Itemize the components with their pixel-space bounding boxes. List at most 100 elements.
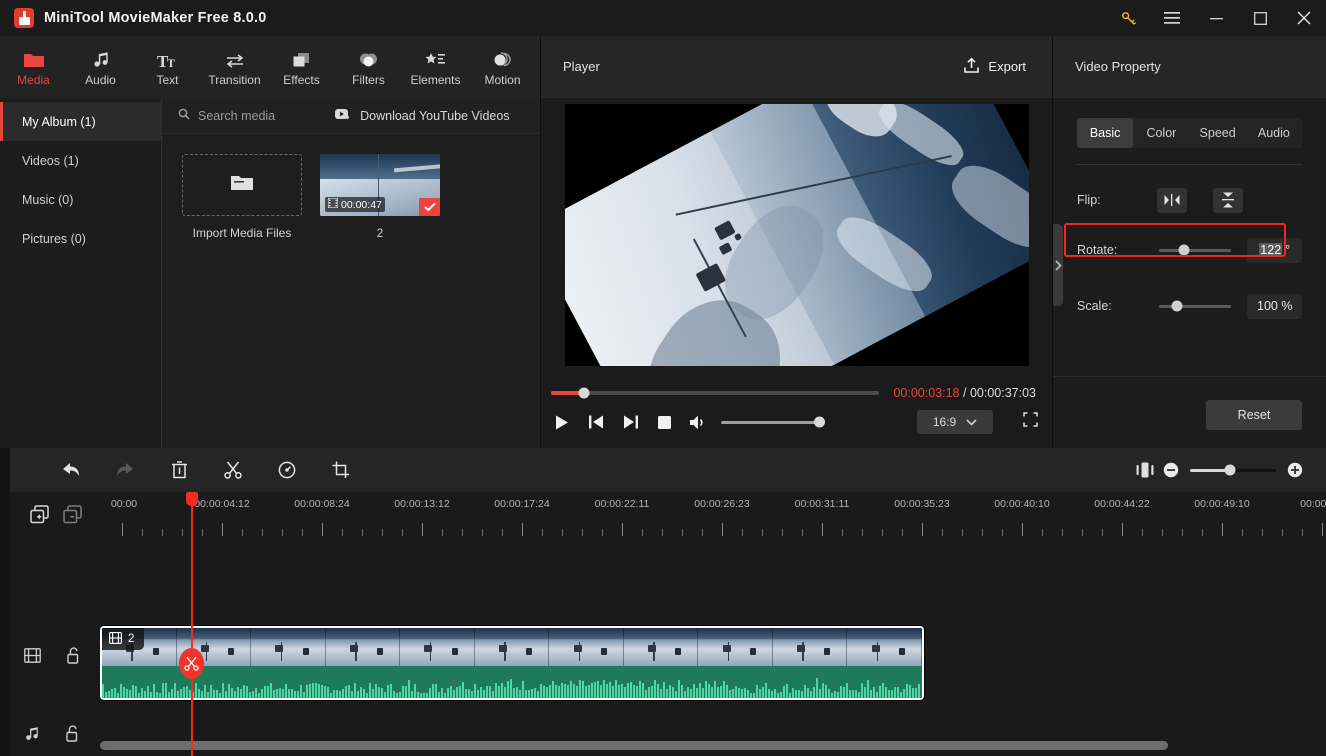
playhead[interactable] [186,492,198,756]
ruler-tick [362,529,363,536]
scale-slider[interactable] [1159,300,1232,312]
maximize-icon[interactable] [1238,0,1282,36]
hamburger-menu-icon[interactable] [1150,0,1194,36]
waveform-bar [264,686,266,698]
waveform-bar [342,689,344,698]
add-track-icon[interactable] [30,504,49,524]
fullscreen-icon[interactable] [1023,412,1038,432]
volume-handle[interactable] [814,416,825,428]
waveform-bar [129,690,131,698]
crop-button[interactable] [314,448,368,492]
zoom-slider-handle[interactable] [1224,464,1236,476]
selected-check-icon[interactable] [419,198,440,216]
app-logo-icon [14,8,34,28]
sidebar-item-videos[interactable]: Videos (1) [0,141,161,180]
tab-text[interactable]: TT Text [134,36,201,98]
tab-effects[interactable]: Effects [268,36,335,98]
key-icon[interactable] [1106,0,1150,36]
media-panel: My Album (1) Videos (1) Music (0) Pictur… [0,98,540,448]
waveform-bar [693,683,695,698]
sidebar-item-pictures[interactable]: Pictures (0) [0,219,161,258]
scale-input[interactable]: 100 % [1247,293,1302,319]
video-track-unlock-icon[interactable] [67,647,81,664]
rotate-slider[interactable] [1159,244,1232,256]
waveform-bar [174,683,176,698]
flip-vertical-icon[interactable] [1213,187,1243,213]
zoom-out-icon[interactable] [1158,455,1184,485]
import-media-button[interactable] [182,154,302,216]
text-icon: TT [157,47,179,69]
waveform-bar [879,685,881,698]
sidebar-item-music[interactable]: Music (0) [0,180,161,219]
redo-button[interactable] [98,448,152,492]
transition-icon [225,47,245,69]
export-button[interactable]: Export [955,52,1034,82]
rotate-input[interactable]: 122 ° [1247,237,1302,263]
split-at-playhead-button[interactable] [179,648,204,679]
tab-speed[interactable]: Speed [1190,118,1246,148]
waveform-bar [876,692,878,698]
tab-audio[interactable]: Audio [1246,118,1302,148]
flip-horizontal-icon[interactable] [1157,187,1187,213]
total-time: 00:00:37:03 [969,386,1036,400]
waveform-bar [378,687,380,698]
ruler-label: 00:00:35:23 [894,498,950,510]
audio-track-unlock-icon[interactable] [66,725,80,742]
volume-slider[interactable] [721,416,825,428]
timeline-zoom-slider[interactable] [1190,464,1276,476]
stop-icon[interactable] [655,413,673,431]
sidebar-item-my-album[interactable]: My Album (1) [0,102,161,141]
seek-slider[interactable] [551,387,880,399]
fit-timeline-icon[interactable] [1132,455,1158,485]
waveform-bar [519,690,521,698]
tab-media[interactable]: Media [0,36,67,98]
remove-track-icon[interactable] [63,504,82,524]
waveform-bar [273,689,275,698]
timeline-clip[interactable]: 2 [100,626,924,700]
waveform-bar [528,690,530,698]
waveform-bar [690,688,692,698]
tab-basic[interactable]: Basic [1077,118,1134,148]
timeline-ruler[interactable]: 00:00 00:00:04:12 00:00:08:24 00:00:13:12 00… [100,492,1326,536]
waveform-bar [471,690,473,698]
waveform-bar [477,689,479,698]
reset-button[interactable]: Reset [1206,400,1302,430]
tab-color[interactable]: Color [1133,118,1189,148]
speed-button[interactable] [260,448,314,492]
search-input[interactable]: Search media [178,108,275,123]
previous-frame-icon[interactable] [587,413,605,431]
waveform-bar [435,684,437,698]
split-button[interactable] [206,448,260,492]
video-preview[interactable] [564,104,1029,366]
seek-handle[interactable] [578,387,590,399]
undo-button[interactable] [44,448,98,492]
next-frame-icon[interactable] [621,413,639,431]
tab-transition[interactable]: Transition [201,36,268,98]
waveform-bar [828,688,830,698]
waveform-bar [891,689,893,698]
zoom-in-icon[interactable] [1282,455,1308,485]
delete-button[interactable] [152,448,206,492]
download-youtube-button[interactable]: Download YouTube Videos [335,108,510,123]
play-icon[interactable] [553,413,571,431]
media-thumbnail[interactable]: 00:00:47 [320,154,440,216]
panel-collapse-toggle[interactable] [1053,224,1063,306]
waveform-bar [351,690,353,698]
waveform-bar [270,683,272,698]
waveform-bar [597,680,599,698]
scrollbar-thumb[interactable] [100,741,1169,750]
minimize-icon[interactable] [1194,0,1238,36]
ruler-tick [1022,523,1023,536]
timeline-horizontal-scrollbar[interactable] [100,741,1314,750]
rotate-slider-handle[interactable] [1178,244,1190,256]
tab-elements[interactable]: Elements [402,36,469,98]
close-icon[interactable] [1282,0,1326,36]
volume-icon[interactable] [689,413,707,431]
tab-filters[interactable]: Filters [335,36,402,98]
waveform-bar [912,687,914,698]
scale-slider-handle[interactable] [1171,300,1183,312]
tab-motion[interactable]: Motion [469,36,536,98]
tab-audio[interactable]: Audio [67,36,134,98]
playhead-handle[interactable] [186,492,198,506]
aspect-ratio-select[interactable]: 16:9 [917,410,993,434]
